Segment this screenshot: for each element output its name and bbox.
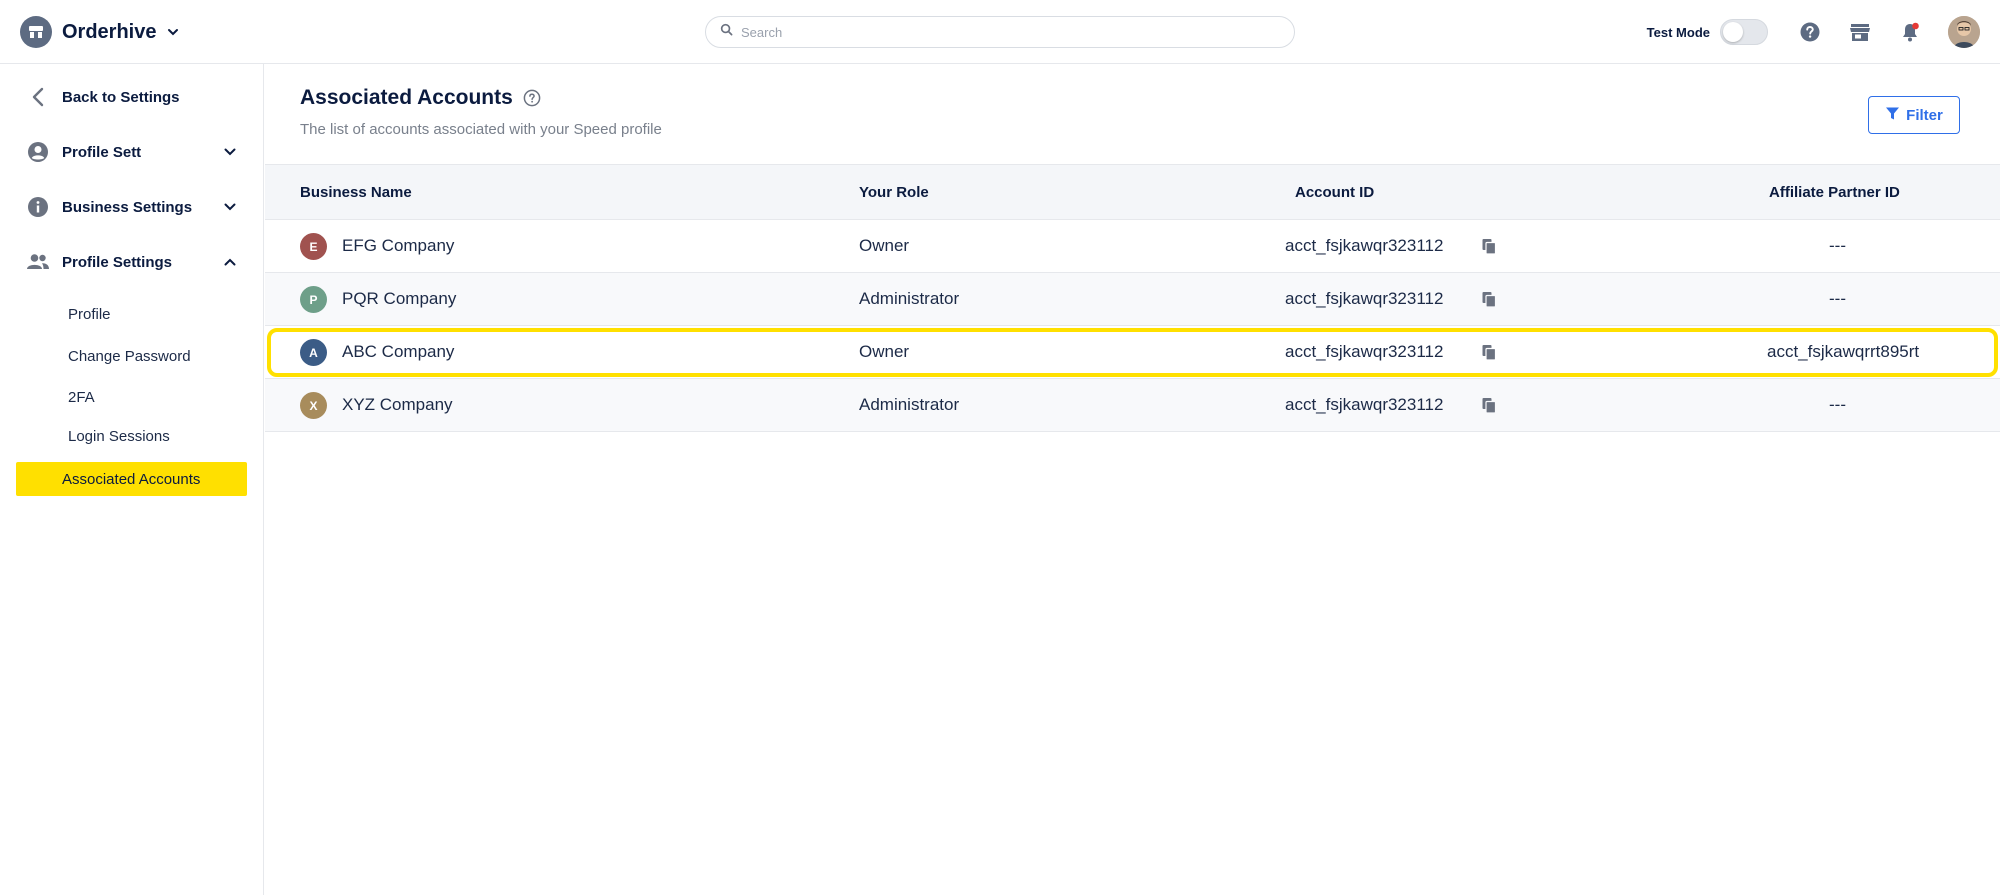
help-outline-icon[interactable]: [523, 89, 541, 107]
sidebar-section-profile-sett[interactable]: Profile Sett: [0, 137, 264, 167]
sidebar-section-label: Business Settings: [62, 198, 193, 216]
app-name: Orderhive: [62, 20, 157, 43]
table-header: Business Name Your Role Account ID Affil…: [265, 164, 2000, 220]
settings-sidebar: Back to Settings Profile Sett Business S…: [0, 64, 264, 895]
back-to-settings-label: Back to Settings: [62, 88, 180, 106]
role: Owner: [859, 236, 910, 255]
sidebar-item-login-sessions[interactable]: Login Sessions: [68, 428, 170, 445]
affiliate-partner-id: ---: [1829, 289, 1846, 308]
account-id: acct_fsjkawqr323112: [1285, 236, 1444, 255]
column-header-account-id: Account ID: [1295, 184, 1375, 201]
row-highlight-outline: [267, 328, 1998, 377]
info-icon: [26, 195, 50, 219]
chevron-down-icon[interactable]: [166, 25, 180, 39]
filter-button[interactable]: Filter: [1868, 96, 1960, 134]
user-avatar[interactable]: [1948, 16, 1980, 48]
sidebar-section-profile-settings[interactable]: Profile Settings: [0, 247, 264, 277]
column-header-your-role: Your Role: [859, 184, 929, 201]
account-circle-icon: [26, 140, 50, 164]
associated-accounts-table: Business Name Your Role Account ID Affil…: [265, 164, 2000, 432]
notification-bell-icon[interactable]: [1898, 20, 1922, 44]
store-logo-icon: [20, 16, 52, 48]
help-icon[interactable]: [1798, 20, 1822, 44]
sidebar-item-2fa[interactable]: 2FA: [68, 389, 95, 406]
page-subtitle: The list of accounts associated with you…: [300, 121, 662, 138]
business-initial-avatar: E: [300, 233, 327, 260]
affiliate-partner-id: ---: [1829, 395, 1846, 414]
business-name: PQR Company: [342, 289, 457, 308]
chevron-down-icon: [220, 142, 240, 162]
business-initial-avatar: A: [300, 339, 327, 366]
column-header-business-name: Business Name: [300, 184, 412, 201]
copy-icon[interactable]: [1480, 290, 1498, 308]
sidebar-item-label: Associated Accounts: [62, 470, 201, 488]
affiliate-partner-id: ---: [1829, 236, 1846, 255]
sidebar-item-profile[interactable]: Profile: [68, 306, 111, 323]
copy-icon[interactable]: [1480, 396, 1498, 414]
table-row[interactable]: P PQR Company Administrator acct_fsjkawq…: [265, 273, 2000, 326]
test-mode-toggle[interactable]: [1720, 19, 1768, 45]
search-input[interactable]: [741, 24, 1261, 40]
chevron-left-icon: [26, 85, 50, 109]
role: Administrator: [859, 395, 960, 414]
copy-icon[interactable]: [1480, 237, 1498, 255]
role: Administrator: [859, 289, 960, 308]
main-content: Associated Accounts The list of accounts…: [265, 64, 2000, 895]
toggle-knob: [1723, 22, 1743, 42]
chevron-up-icon: [220, 252, 240, 272]
sidebar-item-change-password[interactable]: Change Password: [68, 348, 191, 365]
affiliate-partner-id: acct_fsjkawqrrt895rt: [1767, 342, 1920, 361]
brand-switcher[interactable]: Orderhive: [20, 16, 180, 48]
chevron-down-icon: [220, 197, 240, 217]
search-bar: [705, 16, 1295, 48]
role: Owner: [859, 342, 910, 361]
copy-icon[interactable]: [1480, 343, 1498, 361]
business-name: EFG Company: [342, 236, 455, 255]
test-mode-label: Test Mode: [1646, 24, 1710, 40]
table-row[interactable]: X XYZ Company Administrator acct_fsjkawq…: [265, 379, 2000, 432]
column-header-affiliate-partner-id: Affiliate Partner ID: [1769, 184, 1900, 201]
sidebar-section-business-settings[interactable]: Business Settings: [0, 192, 264, 222]
store-icon[interactable]: [1848, 20, 1872, 44]
table-row[interactable]: E EFG Company Owner acct_fsjkawqr323112 …: [265, 220, 2000, 273]
business-name: XYZ Company: [342, 395, 453, 414]
people-icon: [26, 250, 50, 274]
filter-icon: [1885, 106, 1900, 125]
filter-button-label: Filter: [1906, 106, 1943, 124]
business-initial-avatar: P: [300, 286, 327, 313]
account-id: acct_fsjkawqr323112: [1285, 289, 1444, 308]
sidebar-section-label: Profile Sett: [62, 143, 142, 161]
account-id: acct_fsjkawqr323112: [1285, 342, 1444, 361]
top-bar: Orderhive Test Mode: [0, 0, 2000, 64]
business-initial-avatar: X: [300, 392, 327, 419]
sidebar-section-label: Profile Settings: [62, 253, 173, 271]
search-icon: [720, 23, 733, 41]
page-title-text: Associated Accounts: [300, 86, 513, 109]
sidebar-item-associated-accounts[interactable]: Associated Accounts: [16, 462, 247, 496]
table-row-highlighted[interactable]: A ABC Company Owner acct_fsjkawqr323112 …: [265, 326, 2000, 379]
page-title: Associated Accounts: [300, 86, 541, 110]
account-id: acct_fsjkawqr323112: [1285, 395, 1444, 414]
business-name: ABC Company: [342, 342, 455, 361]
back-to-settings-link[interactable]: Back to Settings: [0, 82, 264, 112]
